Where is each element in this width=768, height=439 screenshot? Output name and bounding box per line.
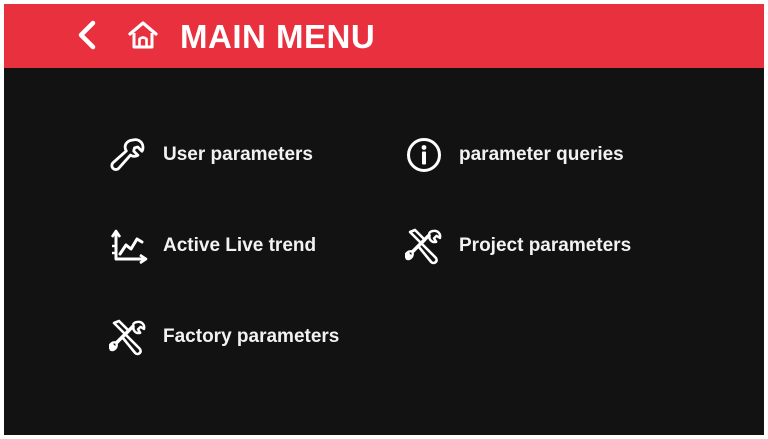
menu-item-label: User parameters — [163, 144, 313, 165]
menu-item-label: Factory parameters — [163, 326, 340, 347]
chevron-left-icon — [76, 20, 98, 55]
menu-item-parameter-queries[interactable]: parameter queries — [404, 132, 664, 178]
trend-chart-icon — [108, 226, 148, 266]
home-button[interactable] — [126, 19, 160, 55]
menu-item-label: parameter queries — [459, 144, 624, 165]
page-title: MAIN MENU — [180, 18, 376, 55]
menu-item-label: Active Live trend — [163, 235, 317, 256]
header-bar: MAIN MENU — [4, 4, 764, 68]
menu-item-user-parameters[interactable]: User parameters — [108, 132, 348, 178]
back-button[interactable] — [72, 19, 102, 55]
menu-item-project-parameters[interactable]: Project parameters — [404, 223, 664, 269]
tools-icon — [108, 317, 148, 357]
menu-item-factory-parameters[interactable]: Factory parameters — [108, 314, 388, 360]
menu-item-active-live-trend[interactable]: Active Live trend — [108, 223, 348, 269]
home-icon — [127, 20, 159, 55]
info-icon — [404, 135, 444, 175]
menu-item-label: Project parameters — [459, 235, 632, 256]
tools-icon — [404, 226, 444, 266]
wrench-icon — [108, 135, 148, 175]
main-menu-screen: MAIN MENU User parameters parameter quer… — [4, 4, 764, 435]
